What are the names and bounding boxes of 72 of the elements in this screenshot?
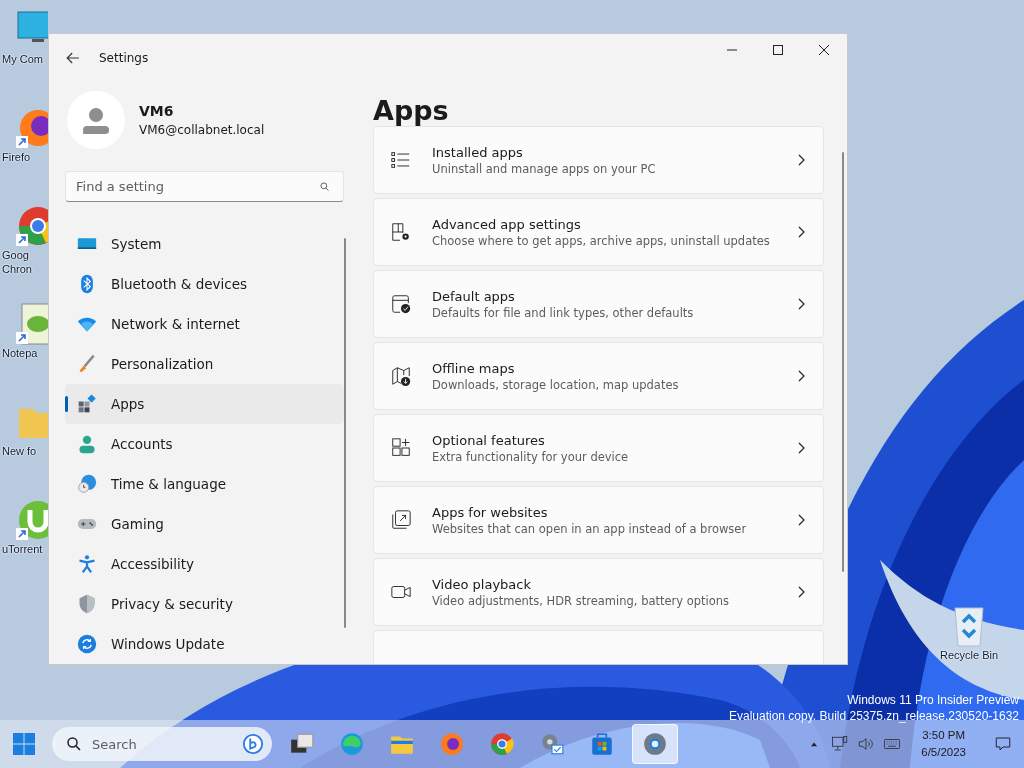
time-icon bbox=[77, 474, 97, 494]
taskbar-search-field[interactable]: Search bbox=[52, 727, 272, 761]
sidebar-item[interactable]: Windows Update bbox=[65, 624, 344, 664]
card-description: Uninstall and manage apps on your PC bbox=[432, 161, 657, 176]
page-title: Apps bbox=[373, 95, 450, 126]
evaluation-notice: Evaluation copy. Build 25375.zn_release.230520-1632 bbox=[729, 708, 1019, 724]
card-title: Default apps bbox=[432, 288, 516, 304]
card-description: Choose where to get apps, archive apps, uninstall updates bbox=[432, 233, 771, 248]
settings-card[interactable]: Apps for websites Websites that can open in an app instead of a browser bbox=[373, 486, 824, 554]
desktop-icon-label[interactable]: Notepa bbox=[2, 346, 38, 360]
desktop-icon-label[interactable]: Recycle Bin bbox=[940, 648, 999, 662]
shield-icon bbox=[77, 594, 97, 614]
map-icon bbox=[390, 365, 412, 387]
features-icon bbox=[390, 437, 412, 459]
gear-icon bbox=[539, 731, 565, 757]
settings-card[interactable]: Default apps Defaults for file and link types, other defaults bbox=[373, 270, 824, 338]
card-title: Offline maps bbox=[432, 360, 516, 376]
bing-icon[interactable] bbox=[242, 733, 264, 755]
card-title: Video playback bbox=[432, 576, 532, 592]
brush-icon bbox=[77, 354, 97, 374]
scrollbar[interactable] bbox=[842, 152, 844, 572]
advanced-icon bbox=[390, 221, 412, 243]
sidebar-item[interactable]: Time & language bbox=[65, 464, 344, 504]
sidebar-item[interactable]: Accounts bbox=[65, 424, 344, 464]
update-icon bbox=[77, 634, 97, 654]
sidebar-item[interactable]: Bluetooth & devices bbox=[65, 264, 344, 304]
settings-card[interactable]: Advanced app settings Choose where to get apps, archive apps, uninstall updates bbox=[373, 198, 824, 266]
settings-card[interactable]: Installed apps Uninstall and manage apps on your PC bbox=[373, 126, 824, 194]
card-description: Defaults for file and link types, other defaults bbox=[432, 305, 695, 320]
window-title: Settings bbox=[99, 51, 150, 65]
card-description: Extra functionality for your device bbox=[432, 449, 630, 464]
sidebar-item[interactable]: Apps bbox=[65, 384, 344, 424]
card-title: Apps for websites bbox=[432, 504, 549, 520]
desktop-icon-label[interactable]: uTorrent bbox=[2, 542, 43, 556]
settings-card[interactable]: Video playback Video adjustments, HDR streaming, battery options bbox=[373, 558, 824, 626]
default-icon bbox=[390, 293, 412, 315]
card-description: Video adjustments, HDR streaming, battery options bbox=[432, 593, 731, 608]
desktop-icon-label[interactable]: My Com bbox=[2, 52, 43, 66]
notification-icon[interactable] bbox=[994, 735, 1012, 753]
card-description: Downloads, storage location, map updates bbox=[432, 377, 680, 392]
user-name: VM6 bbox=[139, 102, 175, 119]
chrome-icon bbox=[489, 731, 515, 757]
sidebar-item[interactable]: Personalization bbox=[65, 344, 344, 384]
card-title: Advanced app settings bbox=[432, 216, 582, 232]
sidebar-item[interactable]: Privacy & security bbox=[65, 584, 344, 624]
firefox-icon bbox=[439, 731, 465, 757]
gear-icon bbox=[642, 731, 668, 757]
sidebar-item[interactable]: Accessibility bbox=[65, 544, 344, 584]
desktop-icon-label[interactable]: Goog Chron bbox=[2, 248, 32, 276]
settings-card[interactable]: Offline maps Downloads, storage location, map updates bbox=[373, 342, 824, 410]
accessibility-icon bbox=[77, 554, 97, 574]
clock[interactable]: 3:50 PM 6/5/2023 bbox=[915, 726, 972, 762]
sidebar-item[interactable]: Gaming bbox=[65, 504, 344, 544]
settings-card[interactable]: Optional features Extra functionality for your device bbox=[373, 414, 824, 482]
scrollbar[interactable] bbox=[344, 238, 346, 628]
card-title: Installed apps bbox=[432, 144, 524, 160]
sidebar-item[interactable]: Network & internet bbox=[65, 304, 344, 344]
network-icon[interactable] bbox=[831, 735, 850, 753]
find-setting-field[interactable]: Find a setting bbox=[65, 171, 344, 202]
desktop-icon-label[interactable]: Firefo bbox=[2, 150, 31, 164]
accounts-icon bbox=[77, 434, 97, 454]
card-description: Websites that can open in an app instead of a browser bbox=[432, 521, 748, 536]
volume-icon[interactable] bbox=[857, 735, 876, 753]
sidebar-item[interactable]: System bbox=[65, 224, 344, 264]
list-icon bbox=[390, 149, 412, 171]
websites-icon bbox=[390, 509, 412, 531]
apps-icon bbox=[77, 394, 97, 414]
edge-icon bbox=[339, 731, 365, 757]
user-email: VM6@collabnet.local bbox=[139, 122, 265, 137]
search-icon bbox=[65, 735, 83, 753]
desktop-icon-label[interactable]: New fo bbox=[2, 444, 37, 458]
card-title: Optional features bbox=[432, 432, 546, 448]
